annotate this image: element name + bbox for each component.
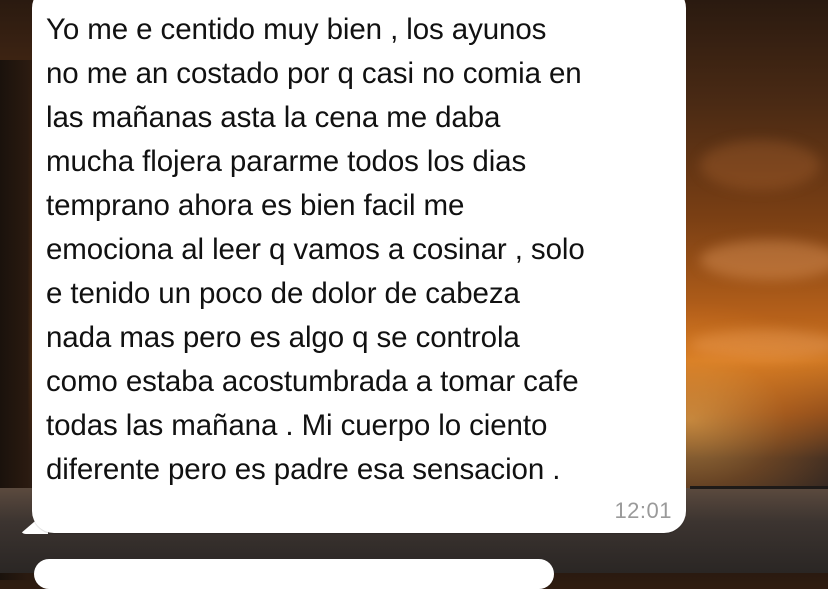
message-timestamp: 12:01 <box>614 498 672 523</box>
next-message-sender <box>66 565 306 575</box>
wallpaper-cloud <box>700 140 820 190</box>
wallpaper-cloud <box>700 240 828 280</box>
wallpaper-horizon <box>690 486 828 489</box>
wallpaper-cloud <box>690 330 828 360</box>
message-text: Yo me e centido muy bien , los ayunos no… <box>46 13 585 486</box>
next-message-preview <box>320 565 440 573</box>
